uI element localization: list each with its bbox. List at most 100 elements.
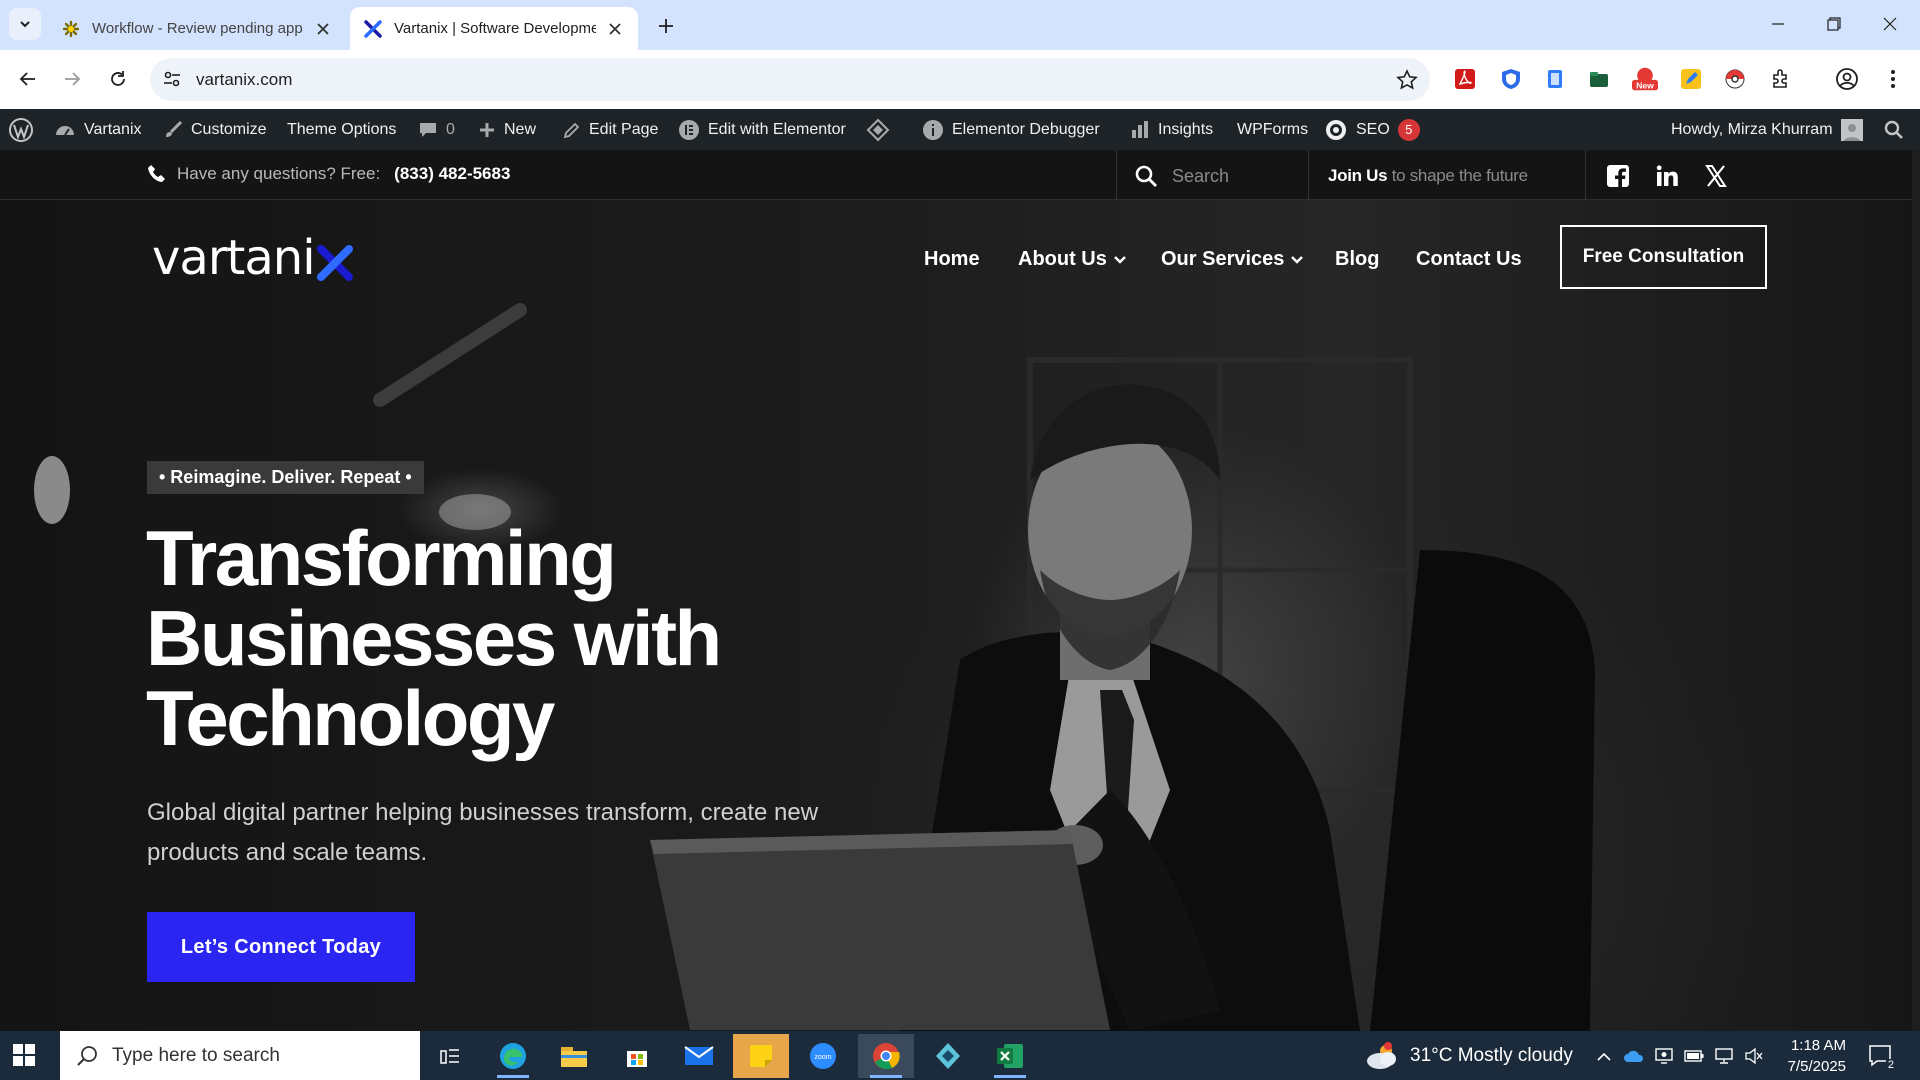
security-tray[interactable] <box>1653 1045 1675 1067</box>
pdf-extension-icon[interactable] <box>1452 66 1478 92</box>
wp-theme-options[interactable]: Theme Options <box>287 109 396 150</box>
wp-wpforms[interactable]: WPForms <box>1237 109 1308 150</box>
nav-about-us[interactable]: About Us <box>1018 248 1127 271</box>
nav-contact-us[interactable]: Contact Us <box>1416 248 1522 271</box>
notification-center[interactable]: 2 <box>1868 1043 1896 1071</box>
page-scrollbar[interactable] <box>1912 150 1920 1031</box>
edge-icon <box>500 1043 526 1069</box>
close-icon[interactable] <box>606 20 624 38</box>
bookmark-star-icon[interactable] <box>1396 69 1418 91</box>
address-bar[interactable]: vartanix.com <box>150 58 1430 101</box>
hero-subtitle: Global digital partner helping businesse… <box>147 799 819 866</box>
wp-edit-page[interactable]: Edit Page <box>563 109 658 150</box>
tab-vartanix[interactable]: Vartanix | Software Developmen <box>350 7 638 50</box>
microsoft-store-app[interactable] <box>609 1034 665 1078</box>
forward-button[interactable] <box>56 63 88 95</box>
reload-button[interactable] <box>102 63 134 95</box>
wp-seo[interactable]: SEO 5 <box>1324 109 1420 150</box>
nav-about-label: About Us <box>1018 248 1107 270</box>
wp-debugger-label: Elementor Debugger <box>952 120 1100 138</box>
clock-time: 1:18 AM <box>1790 1037 1846 1054</box>
free-consultation-button[interactable]: Free Consultation <box>1560 225 1767 289</box>
back-button[interactable] <box>12 63 44 95</box>
new-tab-button[interactable] <box>652 12 680 40</box>
wp-diamond-tool[interactable] <box>866 109 898 150</box>
battery-tray[interactable] <box>1683 1045 1705 1067</box>
windows-start-icon[interactable] <box>12 1043 36 1067</box>
nav-home[interactable]: Home <box>924 248 980 271</box>
close-icon <box>1883 17 1897 31</box>
tab-title: Vartanix | Software Developmen <box>394 20 596 37</box>
nav-our-services[interactable]: Our Services <box>1161 248 1304 271</box>
arrow-left-icon <box>19 72 35 86</box>
contact-phone[interactable]: Have any questions? Free: (833) 482-5683 <box>147 164 510 184</box>
minimize-button[interactable] <box>1764 10 1792 38</box>
pencil-icon <box>563 122 580 138</box>
wp-site-name[interactable]: Vartanix <box>54 109 142 150</box>
contact-phone-number[interactable]: (833) 482-5683 <box>394 164 510 184</box>
site-search[interactable]: Search <box>1134 164 1229 188</box>
file-explorer-app[interactable] <box>546 1034 602 1078</box>
store-icon <box>627 1051 647 1067</box>
wp-wpforms-label: WPForms <box>1237 120 1309 138</box>
tab-search-button[interactable] <box>9 8 41 40</box>
plus-icon <box>480 122 494 137</box>
battery-icon <box>1684 1050 1704 1062</box>
vartanix-x-icon <box>364 19 382 38</box>
restore-button[interactable] <box>1820 10 1848 38</box>
windows-taskbar: Type here to search zoom 31°C Mostly clo… <box>0 1031 1920 1080</box>
wp-new[interactable]: New <box>478 109 536 150</box>
excel-app[interactable] <box>982 1034 1038 1078</box>
site-logo[interactable]: vartani <box>152 230 353 286</box>
mail-app[interactable] <box>671 1034 727 1078</box>
wp-search[interactable] <box>1884 109 1912 150</box>
task-view-button[interactable] <box>422 1034 478 1078</box>
site-settings-icon[interactable] <box>162 69 182 89</box>
new-badge-extension-icon[interactable]: New <box>1632 66 1658 92</box>
edge-app[interactable] <box>485 1034 541 1078</box>
folder-extension-icon[interactable] <box>1586 66 1612 92</box>
show-hidden-icons[interactable] <box>1593 1045 1615 1067</box>
chrome-app[interactable] <box>858 1034 914 1078</box>
puzzle-extensions-icon[interactable] <box>1768 66 1794 92</box>
pokeball-extension-icon[interactable] <box>1722 66 1748 92</box>
pencil-extension-icon[interactable] <box>1678 66 1704 92</box>
wp-comments[interactable]: 0 <box>418 109 455 150</box>
join-us-link[interactable]: Join Us to shape the future <box>1328 166 1528 186</box>
wp-my-account[interactable]: Howdy, Mirza Khurram <box>1671 109 1863 150</box>
lets-connect-button[interactable]: Let’s Connect Today <box>147 912 415 982</box>
linkedin-icon[interactable] <box>1655 164 1679 188</box>
search-icon <box>1135 165 1157 187</box>
nav-blog[interactable]: Blog <box>1335 248 1379 271</box>
vpn-app[interactable] <box>920 1034 976 1078</box>
wp-customize[interactable]: Customize <box>163 109 267 150</box>
wp-insights[interactable]: Insights <box>1130 109 1213 150</box>
reload-icon <box>111 71 125 86</box>
zoom-app[interactable]: zoom <box>795 1034 851 1078</box>
shield-extension-icon[interactable] <box>1498 66 1524 92</box>
top-info-strip: Have any questions? Free: (833) 482-5683… <box>0 150 1920 200</box>
taskbar-search[interactable]: Type here to search <box>60 1031 420 1080</box>
chevron-down-icon <box>1114 255 1126 264</box>
document-extension-icon[interactable] <box>1542 66 1568 92</box>
info-icon <box>923 119 943 140</box>
wp-theme-options-label: Theme Options <box>287 120 397 138</box>
volume-tray[interactable] <box>1743 1045 1765 1067</box>
wp-edit-elementor[interactable]: Edit with Elementor <box>678 109 846 150</box>
x-twitter-icon[interactable] <box>1704 164 1728 188</box>
close-window-button[interactable] <box>1876 10 1904 38</box>
menu-kebab-icon[interactable] <box>1880 66 1906 92</box>
network-tray[interactable] <box>1713 1045 1735 1067</box>
close-icon[interactable] <box>314 20 332 38</box>
profile-icon[interactable] <box>1834 66 1860 92</box>
sticky-notes-app[interactable] <box>733 1034 789 1078</box>
folder-icon <box>561 1047 587 1067</box>
weather-widget[interactable]: 31°C Mostly cloudy <box>1364 1031 1573 1080</box>
wp-elementor-debugger[interactable]: Elementor Debugger <box>922 109 1100 150</box>
onedrive-tray[interactable] <box>1623 1045 1645 1067</box>
tab-workflow[interactable]: Workflow - Review pending app <box>48 7 346 50</box>
wp-logo-menu[interactable] <box>8 109 42 150</box>
facebook-icon[interactable] <box>1606 164 1630 188</box>
wp-customize-label: Customize <box>191 120 267 138</box>
taskbar-clock[interactable]: 1:18 AM 7/5/2025 <box>1776 1035 1846 1077</box>
